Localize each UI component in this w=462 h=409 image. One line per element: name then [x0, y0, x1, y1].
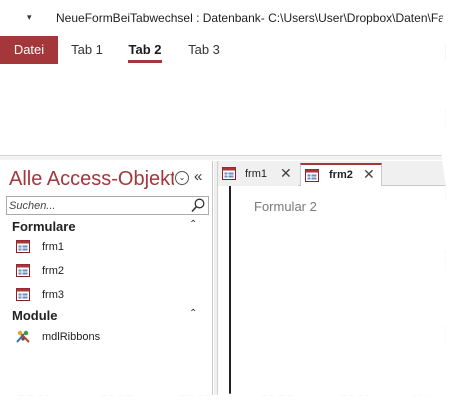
ribbon-content [0, 64, 446, 156]
nav-group-formulare[interactable]: Formulare ⌃ [0, 217, 212, 237]
doc-tab-frm1[interactable]: frm1 ✕ [218, 163, 298, 186]
module-icon [16, 330, 30, 343]
nav-group-module[interactable]: Module ⌃ [0, 306, 212, 326]
search-icon[interactable] [189, 197, 207, 214]
document-tab-bar: frm1 ✕ frm2 ✕ [218, 161, 446, 186]
window-title: NeueFormBeiTabwechsel : Datenbank- C:\Us… [56, 11, 444, 25]
nav-group-label: Module [12, 308, 58, 323]
nav-pane-menu-icon[interactable]: ⌄ [175, 171, 189, 185]
nav-item-frm3[interactable]: frm3 [0, 285, 212, 307]
nav-item-mdlribbons[interactable]: mdlRibbons [0, 327, 212, 349]
ribbon-separator [0, 156, 446, 160]
form-record-selector-edge [229, 186, 231, 396]
form-icon [16, 240, 30, 253]
doc-tab-label: frm2 [329, 169, 353, 181]
ribbon-tab-datei[interactable]: Datei [0, 36, 58, 64]
doc-tab-label: frm1 [245, 168, 267, 180]
doc-tab-frm2[interactable]: frm2 ✕ [300, 163, 382, 186]
nav-item-frm2[interactable]: frm2 [0, 261, 212, 283]
nav-item-label: frm2 [42, 265, 64, 277]
ribbon-tab-2[interactable]: Tab 2 [128, 36, 162, 64]
nav-item-label: frm3 [42, 289, 64, 301]
nav-group-label: Formulare [12, 219, 76, 234]
quick-access-menu-icon[interactable]: ▾ [27, 12, 32, 22]
access-window: ▾ NeueFormBeiTabwechsel : Datenbank- C:\… [0, 0, 446, 396]
nav-item-label: frm1 [42, 241, 64, 253]
close-icon[interactable]: ✕ [280, 165, 292, 181]
collapse-group-icon[interactable]: ⌃ [189, 308, 197, 319]
pane-splitter[interactable] [214, 161, 218, 396]
nav-item-frm1[interactable]: frm1 [0, 237, 212, 259]
form-icon [16, 288, 30, 301]
collapse-group-icon[interactable]: ⌃ [189, 219, 197, 230]
ribbon-tab-1[interactable]: Tab 1 [70, 36, 104, 64]
ribbon-tab-bar: Datei Tab 1 Tab 2 Tab 3 [0, 36, 446, 64]
close-icon[interactable]: ✕ [363, 166, 375, 182]
nav-pane-title[interactable]: Alle Access-Objekte [9, 168, 174, 191]
form-icon [16, 264, 30, 277]
title-bar: ▾ NeueFormBeiTabwechsel : Datenbank- C:\… [0, 0, 446, 36]
nav-search-box [6, 196, 209, 215]
nav-search-input[interactable] [7, 197, 189, 214]
form-icon [222, 167, 236, 180]
form-icon [305, 169, 319, 182]
form-document-area: Formular 2 [232, 187, 446, 396]
form-caption-label: Formular 2 [254, 199, 317, 214]
navigation-pane: Alle Access-Objekte ⌄ « Formulare ⌃ frm1 [0, 161, 213, 396]
nav-pane-collapse-icon[interactable]: « [194, 168, 202, 186]
nav-item-label: mdlRibbons [42, 331, 101, 343]
ribbon-tab-3[interactable]: Tab 3 [187, 36, 221, 64]
